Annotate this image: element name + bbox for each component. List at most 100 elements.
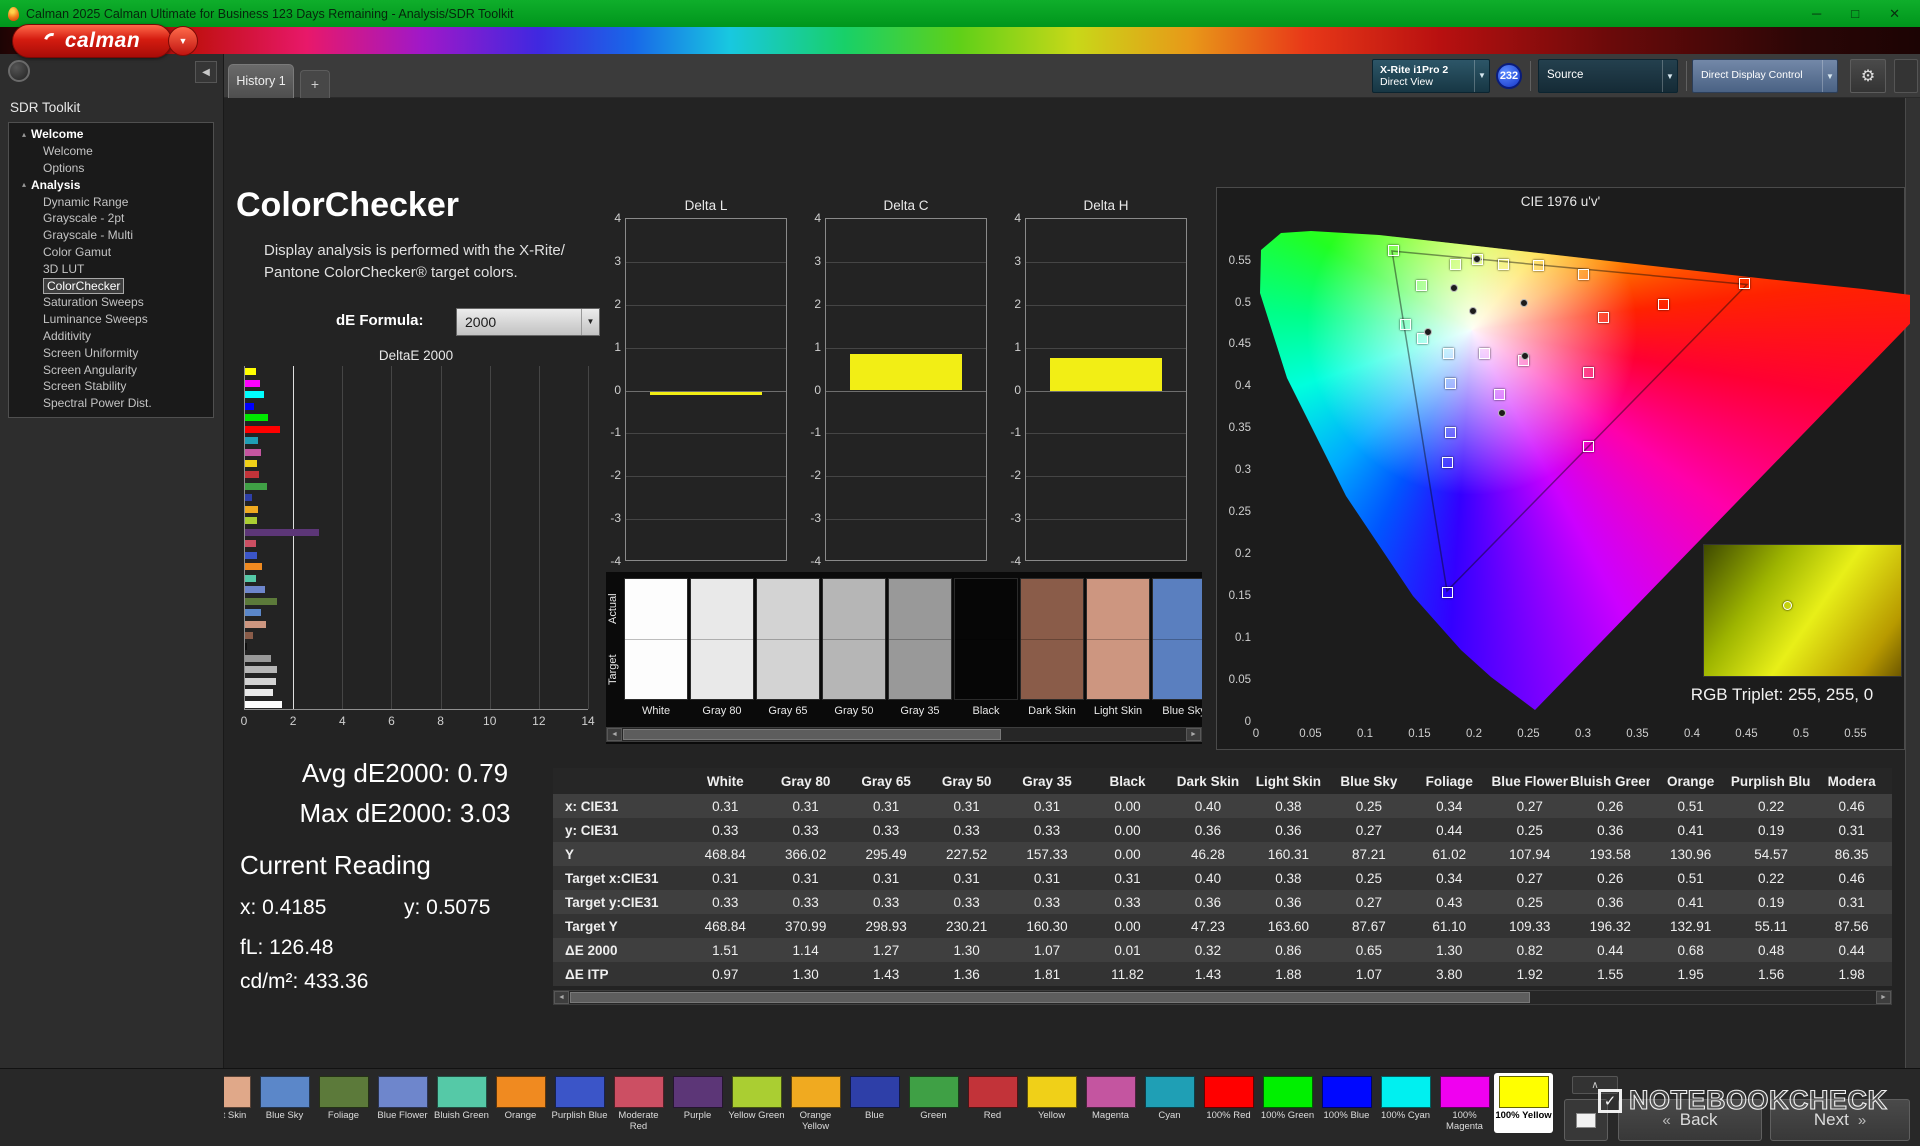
patch-button-magenta[interactable]: Magenta bbox=[1081, 1073, 1140, 1133]
sidebar-item-additivity[interactable]: Additivity bbox=[9, 328, 213, 345]
swatch-label: White bbox=[624, 703, 688, 719]
y-tick-label: -2 bbox=[795, 468, 821, 482]
y-tick-label: 0 bbox=[995, 383, 1021, 397]
sidebar-item-colorchecker[interactable]: ColorChecker bbox=[9, 277, 213, 294]
reading-fl: fL: 126.48 bbox=[240, 936, 333, 960]
patch-button-blue[interactable]: Blue bbox=[845, 1073, 904, 1133]
col-header-gray-35: Gray 35 bbox=[1007, 768, 1087, 794]
gridline bbox=[1026, 519, 1186, 520]
logo-menu-button[interactable]: ▼ bbox=[168, 26, 198, 56]
table-scrollbar[interactable]: ◄► bbox=[553, 990, 1892, 1005]
patch-button-100-red[interactable]: 100% Red bbox=[1199, 1073, 1258, 1133]
sidebar-item-grayscale-multi[interactable]: Grayscale - Multi bbox=[9, 227, 213, 244]
sidebar-item-label: Additivity bbox=[43, 329, 91, 343]
page-description: Display analysis is performed with the X… bbox=[264, 240, 565, 284]
patch-button-bluish-green[interactable]: Bluish Green bbox=[432, 1073, 491, 1133]
settings-button[interactable]: ⚙ bbox=[1850, 59, 1886, 93]
sidebar-item-options[interactable]: Options bbox=[9, 160, 213, 177]
sidebar-item-spectral-power-dist[interactable]: Spectral Power Dist. bbox=[9, 395, 213, 412]
swatch-label: Blue Sky bbox=[1152, 703, 1202, 719]
patch-button-100-magenta[interactable]: 100% Magenta bbox=[1435, 1073, 1494, 1133]
patch-button-purplish-blue[interactable]: Purplish Blue bbox=[550, 1073, 609, 1133]
de-formula-dropdown[interactable]: 2000 ▼ bbox=[456, 308, 600, 336]
sidebar-item-screen-uniformity[interactable]: Screen Uniformity bbox=[9, 344, 213, 361]
sidebar-item-dynamic-range[interactable]: Dynamic Range bbox=[9, 193, 213, 210]
sidebar-item-welcome[interactable]: Welcome bbox=[9, 143, 213, 160]
sidebar-collapse-button[interactable]: ◀ bbox=[195, 61, 217, 83]
patch-button-purple[interactable]: Purple bbox=[668, 1073, 727, 1133]
table-cell: 0.44 bbox=[1811, 938, 1892, 962]
collapse-pattern-bar-button[interactable]: ∧ bbox=[1572, 1076, 1618, 1094]
patch-button-orange-yellow[interactable]: Orange Yellow bbox=[786, 1073, 845, 1133]
target-marker bbox=[1533, 260, 1544, 271]
de-bar-blue-flower bbox=[245, 586, 265, 593]
patch-label: Purple bbox=[684, 1111, 711, 1133]
panel-toggle-button[interactable] bbox=[1894, 59, 1918, 93]
patch-button-green[interactable]: Green bbox=[904, 1073, 963, 1133]
y-tick-label: -2 bbox=[595, 468, 621, 482]
swatch-color bbox=[690, 578, 754, 700]
patch-button-yellow[interactable]: Yellow bbox=[1022, 1073, 1081, 1133]
sidebar-item-saturation-sweeps[interactable]: Saturation Sweeps bbox=[9, 294, 213, 311]
sidebar-item-screen-stability[interactable]: Screen Stability bbox=[9, 378, 213, 395]
minimize-button[interactable]: ─ bbox=[1812, 6, 1821, 22]
patch-button-100-blue[interactable]: 100% Blue bbox=[1317, 1073, 1376, 1133]
source-dropdown[interactable]: Source ▼ bbox=[1538, 59, 1678, 93]
y-tick-label: 0.5 bbox=[1219, 297, 1251, 309]
scroll-right-button[interactable]: ► bbox=[1876, 991, 1891, 1004]
y-tick-label: 4 bbox=[995, 211, 1021, 225]
y-tick-label: 4 bbox=[795, 211, 821, 225]
x-tick-label: 2 bbox=[278, 714, 308, 728]
row-label: x: CIE31 bbox=[553, 794, 685, 818]
maximize-button[interactable]: □ bbox=[1851, 6, 1859, 22]
patch-button-yellow-green[interactable]: Yellow Green bbox=[727, 1073, 786, 1133]
scroll-left-button[interactable]: ◄ bbox=[554, 991, 569, 1004]
pattern-window-button[interactable] bbox=[1564, 1099, 1608, 1141]
scroll-left-button[interactable]: ◄ bbox=[607, 728, 622, 741]
swatch-scrollbar[interactable]: ◄► bbox=[606, 727, 1202, 742]
scroll-right-button[interactable]: ► bbox=[1186, 728, 1201, 741]
table-cell: 0.33 bbox=[926, 818, 1006, 842]
patch-button-foliage[interactable]: Foliage bbox=[314, 1073, 373, 1133]
patch-label: Yellow Green bbox=[728, 1111, 784, 1133]
patch-button-cyan[interactable]: Cyan bbox=[1140, 1073, 1199, 1133]
add-tab-button[interactable]: + bbox=[300, 70, 330, 98]
sidebar-item-3d-lut[interactable]: 3D LUT bbox=[9, 260, 213, 277]
max-de-value: Max dE2000: 3.03 bbox=[240, 798, 570, 829]
table-cell: 298.93 bbox=[846, 914, 926, 938]
table-cell: 3.80 bbox=[1409, 962, 1489, 986]
sidebar-item-label: Screen Stability bbox=[43, 379, 126, 393]
next-button[interactable]: Next » bbox=[1770, 1099, 1910, 1141]
gridline bbox=[826, 348, 986, 349]
sidebar-item-color-gamut[interactable]: Color Gamut bbox=[9, 244, 213, 261]
patch-label: Blue Flower bbox=[377, 1111, 427, 1133]
table-cell: 0.33 bbox=[765, 890, 845, 914]
table-cell: 0.25 bbox=[1490, 818, 1570, 842]
sidebar-item-luminance-sweeps[interactable]: Luminance Sweeps bbox=[9, 311, 213, 328]
patch-button-blue-flower[interactable]: Blue Flower bbox=[373, 1073, 432, 1133]
deltae-chart-title: DeltaE 2000 bbox=[244, 348, 588, 363]
patch-button-orange[interactable]: Orange bbox=[491, 1073, 550, 1133]
patch-button-blue-sky[interactable]: Blue Sky bbox=[255, 1073, 314, 1133]
patch-button-100-cyan[interactable]: 100% Cyan bbox=[1376, 1073, 1435, 1133]
back-button[interactable]: « Back bbox=[1618, 1099, 1762, 1141]
close-button[interactable]: ✕ bbox=[1889, 6, 1900, 22]
patch-label: Blue bbox=[865, 1111, 884, 1133]
patch-button-100-green[interactable]: 100% Green bbox=[1258, 1073, 1317, 1133]
patch-button-light-skin[interactable]: Light Skin bbox=[224, 1073, 255, 1133]
scroll-thumb[interactable] bbox=[570, 992, 1530, 1003]
sidebar-item-screen-angularity[interactable]: Screen Angularity bbox=[9, 361, 213, 378]
sidebar-section-analysis[interactable]: ▴Analysis bbox=[9, 176, 213, 193]
scroll-thumb[interactable] bbox=[623, 729, 1001, 740]
deltae-chart-xaxis: 02468101214 bbox=[244, 714, 604, 730]
patch-button-100-yellow[interactable]: 100% Yellow bbox=[1494, 1073, 1553, 1133]
sidebar-section-welcome[interactable]: ▴Welcome bbox=[9, 126, 213, 143]
y-tick-label: 2 bbox=[595, 297, 621, 311]
patch-button-red[interactable]: Red bbox=[963, 1073, 1022, 1133]
meter-dropdown[interactable]: X-Rite i1Pro 2 Direct View ▼ bbox=[1372, 59, 1490, 93]
tab-history-1[interactable]: History 1 bbox=[228, 64, 294, 98]
meter-status-icon[interactable] bbox=[8, 60, 30, 82]
display-control-dropdown[interactable]: Direct Display Control ▼ bbox=[1692, 59, 1838, 93]
patch-button-moderate-red[interactable]: Moderate Red bbox=[609, 1073, 668, 1133]
sidebar-item-grayscale-2pt[interactable]: Grayscale - 2pt bbox=[9, 210, 213, 227]
